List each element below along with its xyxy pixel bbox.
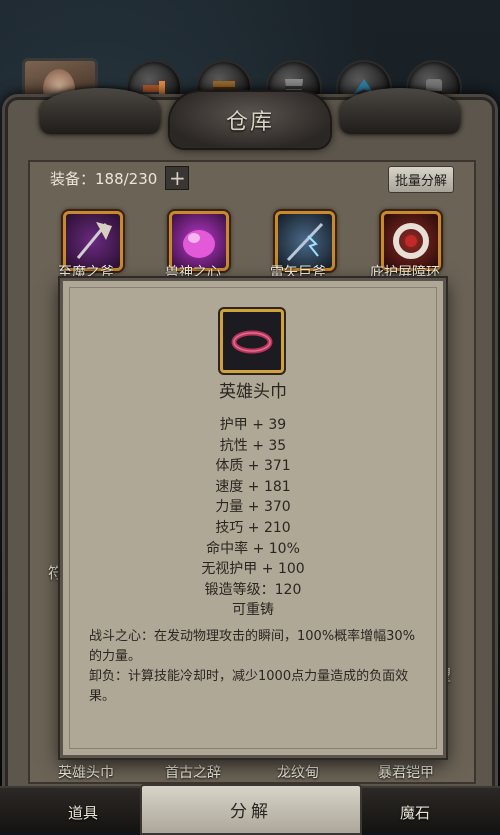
stat-line: 力量 + 370 xyxy=(215,499,291,516)
decompose-button[interactable]: 分解 xyxy=(140,784,362,835)
item-name: 首古之辞 xyxy=(165,765,221,781)
beast-heart-icon xyxy=(183,230,215,258)
item-name: 龙纹甸 xyxy=(277,765,319,781)
frame-horn-right xyxy=(340,88,460,134)
headband-icon xyxy=(231,330,273,354)
tooltip-item-icon xyxy=(220,309,284,373)
stat-line: 护甲 + 39 xyxy=(219,417,287,433)
tab-items[interactable]: 道具 xyxy=(68,802,98,823)
expand-capacity-button[interactable]: + xyxy=(165,166,190,190)
stat-line: 命中率 + 10% xyxy=(206,540,300,557)
item-tooltip: 英雄头巾 护甲 + 39 抗性 + 35 体质 + 371 速度 + 181 力… xyxy=(60,278,446,758)
tooltip-stats: 护甲 + 39 抗性 + 35 体质 + 371 速度 + 181 力量 + 3… xyxy=(63,415,443,621)
status-row: 装备：188/230 + 批量分解 xyxy=(30,162,470,194)
bulk-decompose-button[interactable]: 批量分解 xyxy=(387,166,454,193)
stat-line: 可重铸 xyxy=(232,602,274,619)
tooltip-description: 战斗之心：在发动物理攻击的瞬间，100%概率增幅30%的力量。 卸负：计算技能冷… xyxy=(89,627,419,707)
description-line: 卸负：计算技能冷却时，减少1000点力量造成的负面效果。 xyxy=(89,669,409,704)
stat-line: 抗性 + 35 xyxy=(219,437,287,454)
ring-icon xyxy=(393,223,429,259)
description-line: 战斗之心：在发动物理攻击的瞬间，100%概率增幅30%的力量。 xyxy=(89,629,416,664)
tooltip-item-name: 英雄头巾 xyxy=(219,382,287,402)
item-name: 英雄头巾 xyxy=(58,765,114,781)
thunder-axe-icon xyxy=(286,222,324,262)
stat-line: 无视护甲 + 100 xyxy=(201,561,305,578)
item-name: 暴君铠甲 xyxy=(378,765,434,781)
stat-line: 技巧 + 210 xyxy=(215,519,291,536)
stat-line: 体质 + 371 xyxy=(215,458,291,475)
equip-count: 装备：188/230 xyxy=(50,169,158,188)
page-title: 仓库 xyxy=(170,92,330,148)
tab-magic-stone[interactable]: 魔石 xyxy=(400,802,430,823)
stat-line: 锻造等级：120 xyxy=(204,581,302,598)
frame-horn-left xyxy=(40,88,160,134)
axe-icon xyxy=(76,222,112,259)
stat-line: 速度 + 181 xyxy=(215,478,291,495)
